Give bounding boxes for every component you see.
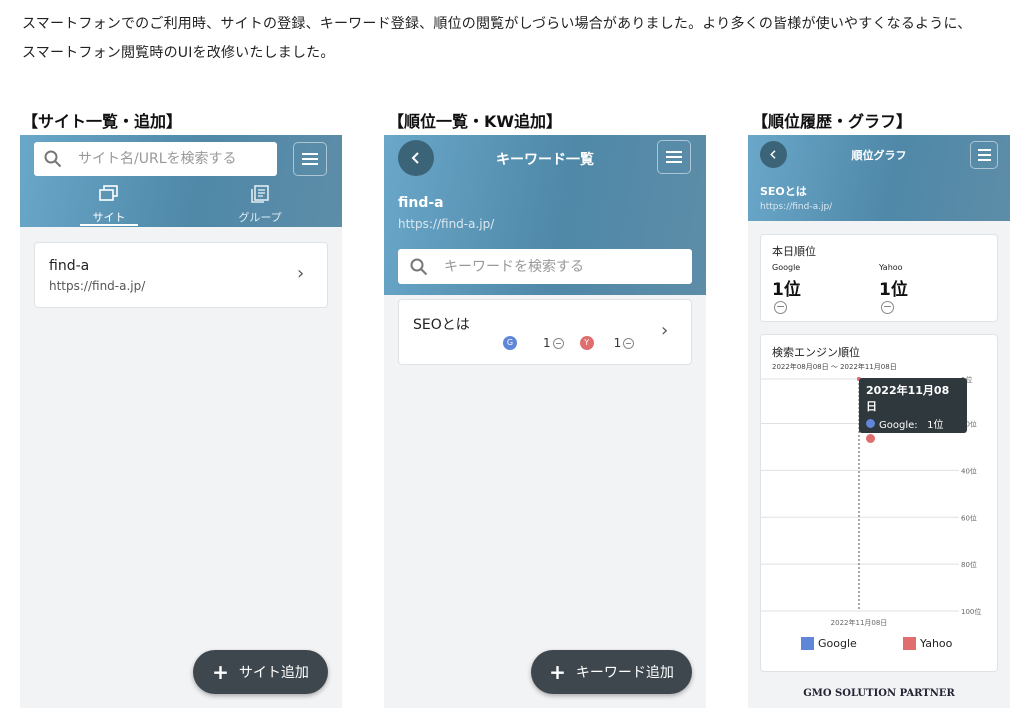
tooltip-google-row: Google: 1位	[866, 416, 960, 431]
keyword-search-box[interactable]	[398, 249, 692, 284]
hamburger-icon	[977, 154, 991, 156]
tooltip-date: 2022年11月08日	[866, 384, 950, 413]
legend-google[interactable]: Google	[801, 637, 857, 650]
panel-keyword-list: キーワード一覧 find-a https://find-a.jp/ SEOとは …	[384, 135, 706, 708]
chart-tooltip: 2022年11月08日 Google: 1位 Yahoo: 1位	[859, 378, 967, 446]
yahoo-rank: 1	[613, 336, 622, 350]
google-badge: G	[503, 336, 517, 350]
sites-icon	[99, 185, 118, 201]
caption-keyword-list: 【順位一覧・KW追加】	[388, 112, 563, 131]
panel1-header: サイト グループ	[20, 135, 342, 227]
site-name: find-a	[49, 258, 90, 274]
tooltip-yahoo: Yahoo: 1位	[879, 435, 941, 446]
legend-yahoo-label: Yahoo	[920, 637, 953, 650]
add-keyword-button[interactable]: + キーワード追加	[531, 650, 692, 694]
hamburger-icon	[302, 158, 318, 160]
tooltip-yahoo-row: Yahoo: 1位	[866, 431, 960, 446]
caption-rank-graph: 【順位履歴・グラフ】	[752, 112, 913, 131]
x-tick-label: 2022年11月08日	[831, 618, 888, 627]
legend-yahoo-swatch	[903, 637, 916, 650]
yahoo-badge: Y	[579, 336, 594, 350]
google-rank: 1	[543, 336, 551, 350]
menu-button[interactable]	[293, 142, 327, 176]
add-site-label: サイト追加	[238, 665, 309, 681]
tooltip-google: Google: 1位	[879, 420, 944, 431]
add-site-button[interactable]: + サイト追加	[193, 650, 328, 694]
today-rank-title: 本日順位	[772, 245, 816, 258]
plus-icon: +	[549, 660, 566, 684]
rank-graph-card: 検索エンジン順位 2022年08月08日 ～ 2022年11月08日 1位20位…	[760, 334, 998, 672]
intro-text: スマートフォンでのご利用時、サイトの登録、キーワード登録、順位の閲覧がしづらい場…	[22, 10, 1022, 68]
tab-group[interactable]: グループ	[225, 185, 295, 225]
no-change-icon	[774, 301, 787, 314]
panel-rank-graph: 順位グラフ SEOとは https://find-a.jp/ 本日順位 Goog…	[748, 135, 1010, 708]
site-url: https://find-a.jp/	[49, 279, 146, 293]
tab-site-label: サイト	[92, 211, 126, 224]
menu-button[interactable]	[657, 140, 691, 174]
y-tick-label: 40位	[961, 466, 977, 475]
tab-site[interactable]: サイト	[74, 185, 144, 226]
intro-line-1: スマートフォンでのご利用時、サイトの登録、キーワード登録、順位の閲覧がしづらい場…	[22, 16, 972, 32]
keyword-ranks: G 1 Y 1	[503, 336, 635, 350]
site-card[interactable]: find-a https://find-a.jp/ ›	[34, 242, 328, 308]
hamburger-icon	[666, 156, 682, 158]
panel-site-list: サイト グループ find-a https://find-a.jp/ › + サ…	[20, 135, 342, 708]
menu-button[interactable]	[970, 141, 998, 169]
site-search-box[interactable]	[34, 142, 277, 176]
keyword-title: SEOとは	[760, 185, 807, 198]
site-name: find-a	[398, 195, 444, 211]
panel2-header: キーワード一覧 find-a https://find-a.jp/	[384, 135, 706, 295]
google-label: Google	[772, 263, 801, 272]
tab-group-label: グループ	[238, 211, 282, 224]
site-search-input[interactable]	[76, 150, 277, 168]
keyword-name: SEOとは	[413, 317, 470, 333]
y-tick-label: 80位	[961, 560, 977, 569]
tab-active-indicator	[80, 224, 138, 226]
yahoo-label: Yahoo	[879, 263, 903, 272]
caption-site-list: 【サイト一覧・追加】	[22, 112, 183, 131]
add-keyword-label: キーワード追加	[575, 665, 674, 681]
intro-line-2: スマートフォン閲覧時のUIを改修いたしました。	[22, 45, 335, 61]
no-change-icon	[552, 337, 564, 349]
legend-yahoo[interactable]: Yahoo	[903, 637, 952, 650]
today-rank-card: 本日順位 Google 1位 Yahoo 1位	[760, 234, 998, 322]
plus-icon: +	[212, 660, 229, 684]
y-tick-label: 100位	[961, 607, 981, 616]
legend-google-label: Google	[818, 637, 857, 650]
keyword-card[interactable]: SEOとは G 1 Y 1 ›	[398, 299, 692, 365]
no-change-icon	[881, 301, 894, 314]
gmo-logo: GMO SOLUTION PARTNER	[803, 688, 955, 699]
google-today-rank: 1位	[772, 280, 801, 300]
yahoo-dot	[866, 434, 875, 443]
keyword-search-input[interactable]	[442, 257, 692, 276]
google-dot	[866, 419, 875, 428]
legend-google-swatch	[801, 637, 814, 650]
no-change-icon	[623, 337, 635, 349]
chevron-right-icon: ›	[297, 263, 305, 284]
y-tick-label: 60位	[961, 513, 977, 522]
search-icon	[44, 150, 62, 168]
search-icon	[410, 258, 428, 275]
site-url: https://find-a.jp/	[398, 217, 495, 231]
panel3-header: 順位グラフ SEOとは https://find-a.jp/	[748, 135, 1010, 221]
group-icon	[251, 185, 269, 203]
keyword-url: https://find-a.jp/	[760, 202, 833, 212]
yahoo-today-rank: 1位	[879, 280, 908, 300]
chevron-right-icon: ›	[661, 320, 669, 341]
